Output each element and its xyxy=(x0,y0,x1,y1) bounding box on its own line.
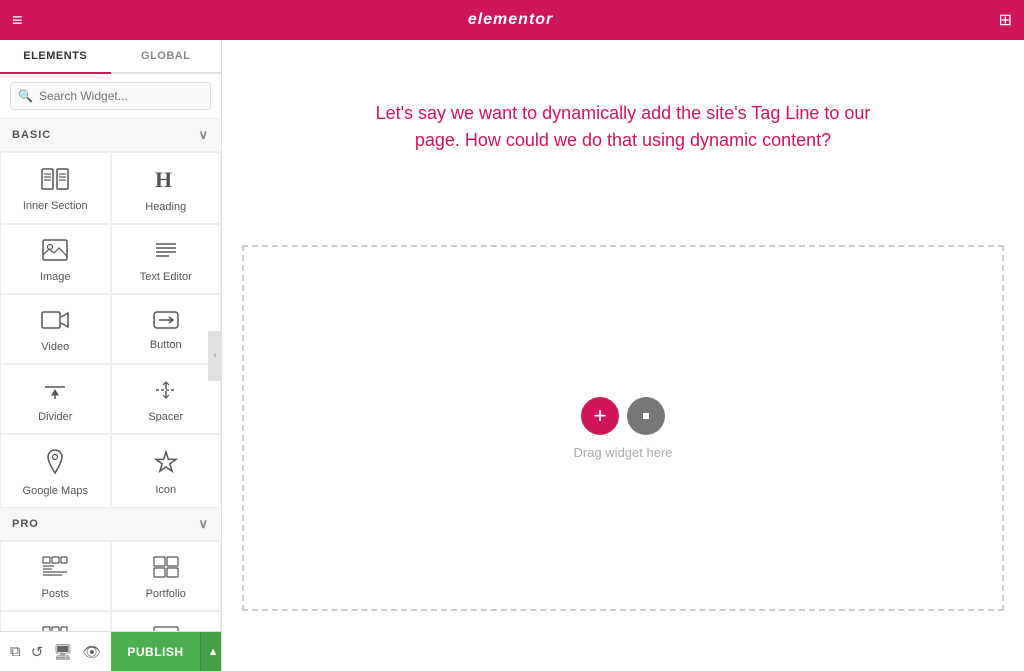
svg-text:H: H xyxy=(155,167,172,191)
grid-icon[interactable]: ⊞ xyxy=(999,10,1012,30)
widget-label-portfolio: Portfolio xyxy=(146,588,186,600)
add-widget-button[interactable]: + xyxy=(581,397,619,435)
widget-label-button: Button xyxy=(150,339,182,351)
footer-bar: ⧉ ↺ 🖥 👁 PUBLISH ▲ xyxy=(0,631,222,671)
widget-posts[interactable]: Posts xyxy=(0,541,111,611)
widget-label-icon: Icon xyxy=(155,484,176,496)
chevron-down-icon-pro: ∨ xyxy=(198,516,209,532)
widget-settings-button[interactable] xyxy=(627,397,665,435)
widgets-scroll-area: BASIC ∨ xyxy=(0,119,221,671)
content-area: Let's say we want to dynamically add the… xyxy=(222,40,1024,671)
divider-icon xyxy=(42,379,68,405)
section-label-pro: PRO xyxy=(12,518,39,530)
heading-icon: H xyxy=(153,167,179,195)
google-maps-icon xyxy=(44,449,66,479)
footer-icons-left: ⧉ ↺ 🖥 👁 xyxy=(0,643,111,661)
text-editor-icon xyxy=(153,239,179,265)
history-icon[interactable]: ↺ xyxy=(31,643,44,661)
preview-icon[interactable]: 👁 xyxy=(82,643,101,661)
widget-label-video: Video xyxy=(41,341,69,353)
drag-widget-controls: + xyxy=(581,397,665,435)
widget-video[interactable]: Video xyxy=(0,294,111,364)
canvas-area[interactable]: + Drag widget here xyxy=(242,245,1004,611)
publish-arrow-button[interactable]: ▲ xyxy=(200,632,222,671)
drag-hint-text: Drag widget here xyxy=(574,445,673,460)
widget-label-divider: Divider xyxy=(38,411,72,423)
tab-elements[interactable]: ELEMENTS xyxy=(0,40,111,74)
collapse-handle[interactable]: ‹ xyxy=(208,331,222,381)
search-icon: 🔍 xyxy=(18,89,33,103)
publish-button[interactable]: PUBLISH xyxy=(111,632,199,671)
responsive-icon[interactable]: 🖥 xyxy=(53,643,72,661)
search-input[interactable] xyxy=(10,82,211,110)
widget-divider[interactable]: Divider xyxy=(0,364,111,434)
widget-image[interactable]: Image xyxy=(0,224,111,294)
section-header-basic[interactable]: BASIC ∨ xyxy=(0,119,221,152)
widget-heading[interactable]: H Heading xyxy=(111,152,222,224)
widget-label-google-maps: Google Maps xyxy=(23,485,88,497)
sidebar: ELEMENTS GLOBAL 🔍 BASIC ∨ xyxy=(0,40,222,671)
basic-widget-grid: Inner Section H Heading xyxy=(0,152,221,508)
widget-google-maps[interactable]: Google Maps xyxy=(0,434,111,508)
video-icon xyxy=(41,309,69,335)
footer-publish-group: PUBLISH ▲ xyxy=(111,632,222,671)
tab-global[interactable]: GLOBAL xyxy=(111,40,222,72)
hamburger-icon[interactable]: ≡ xyxy=(12,10,23,31)
widget-inner-section[interactable]: Inner Section xyxy=(0,152,111,224)
widget-label-posts: Posts xyxy=(41,588,69,600)
widget-icon[interactable]: Icon xyxy=(111,434,222,508)
layers-icon[interactable]: ⧉ xyxy=(10,643,21,660)
sidebar-search: 🔍 xyxy=(0,74,221,119)
section-header-pro[interactable]: PRO ∨ xyxy=(0,508,221,541)
posts-icon xyxy=(42,556,68,582)
portfolio-icon xyxy=(153,556,179,582)
spacer-icon xyxy=(153,379,179,405)
logo: elementor xyxy=(468,11,553,29)
widget-button[interactable]: Button xyxy=(111,294,222,364)
chevron-down-icon: ∨ xyxy=(198,127,209,143)
instruction-text: Let's say we want to dynamically add the… xyxy=(363,100,883,154)
inner-section-icon xyxy=(41,168,69,194)
section-label-basic: BASIC xyxy=(12,129,51,141)
widget-label-text-editor: Text Editor xyxy=(140,271,192,283)
widget-label-spacer: Spacer xyxy=(148,411,183,423)
widget-text-editor[interactable]: Text Editor xyxy=(111,224,222,294)
widget-label-heading: Heading xyxy=(145,201,186,213)
widget-label-inner-section: Inner Section xyxy=(23,200,88,212)
widget-label-image: Image xyxy=(40,271,71,283)
sidebar-tabs: ELEMENTS GLOBAL xyxy=(0,40,221,74)
top-bar: ≡ elementor ⊞ xyxy=(0,0,1024,40)
widget-portfolio[interactable]: Portfolio xyxy=(111,541,222,611)
icon-icon xyxy=(154,450,178,478)
widget-spacer[interactable]: Spacer xyxy=(111,364,222,434)
button-icon xyxy=(153,311,179,333)
image-icon xyxy=(42,239,68,265)
main-layout: ELEMENTS GLOBAL 🔍 BASIC ∨ xyxy=(0,40,1024,671)
